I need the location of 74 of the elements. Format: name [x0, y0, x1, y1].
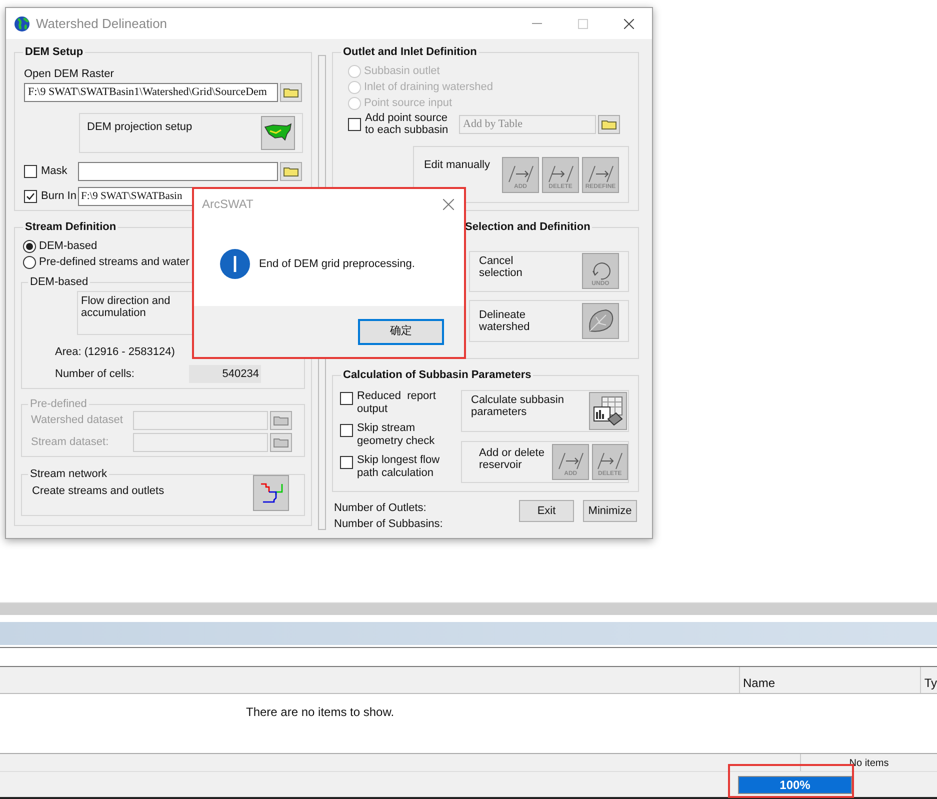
maximize-icon: [578, 18, 588, 28]
radio-button[interactable]: [23, 240, 36, 252]
close-icon[interactable]: [443, 198, 454, 210]
table-chart-icon: [592, 395, 624, 427]
folder-button[interactable]: [280, 162, 302, 181]
area-label: Area: (12916 - 2583124): [55, 345, 176, 359]
checkbox[interactable]: [340, 456, 353, 469]
panel-label: Delineate watershed: [479, 309, 531, 335]
scroll-bar[interactable]: [0, 602, 937, 615]
panel-label: Add or delete reservoir: [479, 447, 546, 471]
folder-icon: [601, 118, 617, 130]
arrow-icon: [506, 164, 536, 184]
arrow-icon: [546, 164, 576, 184]
arrow-icon: [586, 164, 616, 184]
radio-button[interactable]: [23, 256, 36, 268]
progress-text: 100%: [778, 777, 812, 793]
panel-label: Edit manually: [424, 158, 490, 173]
arrow-icon: [594, 451, 625, 471]
close-icon: [624, 18, 634, 28]
stream-button[interactable]: [253, 475, 289, 511]
group-title: DEM Setup: [23, 45, 86, 59]
column-header[interactable]: Name: [739, 667, 920, 693]
checkbox[interactable]: [24, 165, 37, 178]
field-label: Watershed dataset: [31, 413, 124, 428]
panel-label: Create streams and outlets: [32, 484, 164, 499]
info-icon: [220, 249, 250, 279]
checkbox[interactable]: [348, 118, 361, 130]
panel-label: DEM projection setup: [87, 120, 192, 135]
radio-label: DEM-based: [39, 238, 98, 254]
map-button[interactable]: [261, 116, 295, 150]
panel-label: Calculate subbasin parameters: [471, 394, 565, 420]
folder-icon: [273, 415, 289, 426]
field-label: Open DEM Raster: [24, 67, 115, 81]
field-label: Stream dataset:: [31, 435, 110, 450]
path-field[interactable]: F:\9 SWAT\SWATBasin1\Watershed\Grid\SourceDem: [24, 83, 278, 102]
checkbox[interactable]: [24, 190, 37, 203]
folder-button[interactable]: [280, 83, 302, 102]
checkbox-label: Reduced report output: [357, 390, 437, 416]
arrow-icon: [556, 451, 586, 471]
map-icon: [264, 123, 292, 143]
ok-button[interactable]: 确定: [358, 318, 444, 344]
folder-button[interactable]: [598, 114, 620, 134]
checkbox-label: Burn In: [41, 189, 78, 204]
calculate-button[interactable]: [589, 392, 627, 430]
dialog-button[interactable]: Minimize: [583, 500, 637, 522]
subbasins-label: Number of Subbasins:: [334, 517, 443, 532]
column-header[interactable]: Ty: [920, 667, 937, 693]
dialog-button[interactable]: Exit: [519, 500, 574, 522]
empty-message: There are no items to show.: [246, 704, 394, 718]
outlets-label: Number of Outlets:: [334, 501, 428, 516]
folder-icon: [283, 166, 299, 177]
radio-label: Subbasin outlet: [364, 64, 440, 79]
checkbox-label: Add point source to each subbasin: [365, 112, 450, 136]
field-label: Number of cells:: [55, 366, 136, 382]
checkbox-label: Mask: [41, 164, 68, 180]
radio-label: Pre-defined streams and water: [39, 254, 190, 270]
panel-label: Cancel selection: [479, 255, 524, 281]
folder-icon: [283, 87, 299, 98]
checkbox-label: Skip stream geometry check: [357, 422, 436, 448]
delineate-button[interactable]: [582, 303, 619, 339]
window-title: Watershed Delineation: [36, 14, 168, 33]
checkbox[interactable]: [340, 424, 353, 437]
mask-field[interactable]: [78, 162, 278, 181]
cells-field: 540234: [189, 365, 261, 383]
minimize-icon: [532, 23, 542, 24]
table-field[interactable]: Add by Table: [459, 114, 596, 134]
folder-icon: [273, 437, 289, 448]
dialog-title: ArcSWAT: [202, 196, 254, 213]
radio-label: Inlet of draining watershed: [364, 80, 494, 95]
dialog-message: End of DEM grid preprocessing.: [259, 256, 415, 272]
radio-label: Point source input: [364, 96, 452, 111]
checkbox[interactable]: [340, 392, 353, 405]
globe-icon: [14, 16, 30, 32]
checkbox-label: Skip longest flow path calculation: [357, 454, 441, 480]
